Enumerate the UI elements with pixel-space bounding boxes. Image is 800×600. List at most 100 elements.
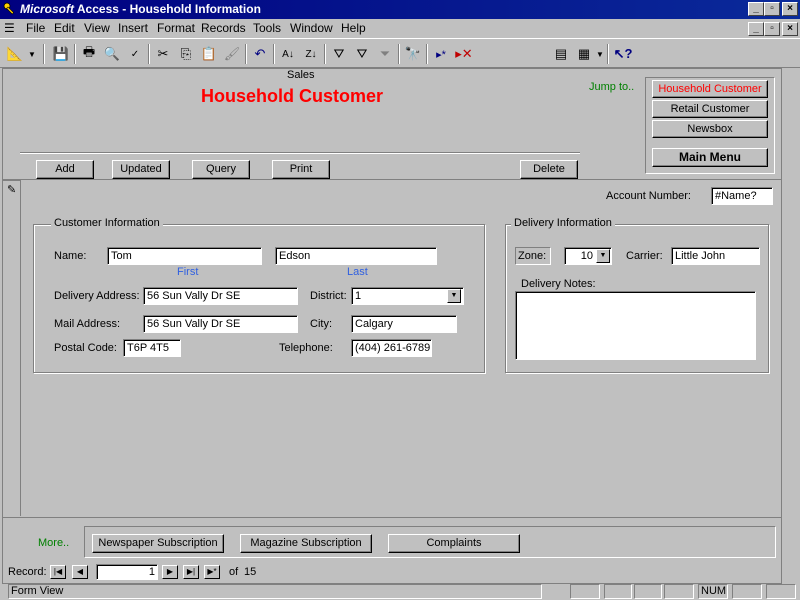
district-dropdown-icon[interactable]: ▼ [447,289,461,303]
design-view-icon[interactable]: 📐 [4,43,26,65]
menu-bar: ☰ File Edit View Insert Format Records T… [0,19,800,38]
copy-icon[interactable]: ⎘ [175,43,197,65]
menu-tools[interactable]: Tools [253,21,281,35]
account-number-field[interactable]: #Name? [711,187,773,205]
delivery-address-label: Delivery Address: [54,290,140,302]
menu-records[interactable]: Records [201,21,246,35]
last-name-field[interactable]: Edson [275,247,437,265]
new-record-nav-icon[interactable]: ▶* [204,565,220,579]
toolbar: 📐 ▼ 💾 🖶 🔍 ✓ ✂ ⎘ 📋 🖌 ↶ A↓ Z↓ ⛛ ⛛ ⏷ 🔭 ▸* ▸… [0,38,800,68]
save-icon[interactable]: 💾 [50,43,72,65]
postal-code-label: Postal Code: [54,342,117,354]
total-records: 15 [244,566,257,578]
minimize-icon[interactable]: _ [748,2,764,16]
sort-descending-icon[interactable]: Z↓ [300,43,322,65]
print-icon[interactable]: 🖶 [78,43,100,65]
mail-address-field[interactable]: 56 Sun Vally Dr SE [143,315,298,333]
spelling-icon[interactable]: ✓ [124,43,146,65]
household-customer-button[interactable]: Household Customer [652,80,768,98]
num-lock-indicator: NUM [698,584,728,599]
new-object-dropdown-icon[interactable]: ▼ [595,43,605,65]
account-number-label: Account Number: [606,190,691,202]
section-divider [3,179,781,180]
telephone-field[interactable]: (404) 261-6789 [351,339,432,357]
apply-filter-icon[interactable]: ⏷ [374,43,396,65]
delete-button[interactable]: Delete [520,160,578,179]
menu-file[interactable]: File [26,21,45,35]
delivery-notes-field[interactable] [515,291,756,360]
close-icon[interactable]: × [782,2,798,16]
complaints-button[interactable]: Complaints [388,534,520,553]
find-icon[interactable]: 🔭 [402,43,424,65]
customer-info-title: Customer Information [51,217,163,229]
newsbox-button[interactable]: Newsbox [652,120,768,138]
district-label: District: [310,290,347,302]
last-record-icon[interactable]: ▶| [183,565,199,579]
undo-icon[interactable]: ↶ [249,43,271,65]
access-key-icon [3,2,15,15]
status-cell-6 [732,584,762,599]
jump-to-label: Jump to.. [589,81,635,93]
delivery-address-field[interactable]: 56 Sun Vally Dr SE [143,287,298,305]
menu-help[interactable]: Help [341,21,366,35]
zone-dropdown-icon[interactable]: ▼ [596,249,610,263]
first-record-icon[interactable]: |◀ [50,565,66,579]
delete-record-icon[interactable]: ▸✕ [453,43,475,65]
city-field[interactable]: Calgary [351,315,457,333]
doc-minimize-icon[interactable]: _ [748,22,764,36]
menu-format[interactable]: Format [157,21,195,35]
retail-customer-button[interactable]: Retail Customer [652,100,768,118]
paste-icon[interactable]: 📋 [198,43,220,65]
filter-by-form-icon[interactable]: ⛛ [351,43,373,65]
updated-button[interactable]: Updated [112,160,170,179]
header-separator [20,152,580,154]
newspaper-subscription-button[interactable]: Newspaper Subscription [92,534,224,553]
help-icon[interactable]: ↖? [612,43,634,65]
status-cell-2 [604,584,632,599]
title-bar: Microsoft Access - Household Information… [0,0,800,19]
add-button[interactable]: Add [36,160,94,179]
sort-ascending-icon[interactable]: A↓ [277,43,299,65]
doc-restore-icon[interactable]: ▫ [764,22,780,36]
menu-insert[interactable]: Insert [118,21,148,35]
last-caption: Last [347,266,368,278]
record-label: Record: [8,566,47,578]
menu-view[interactable]: View [84,21,110,35]
carrier-field[interactable]: Little John [671,247,760,265]
record-selector[interactable] [3,180,21,516]
database-window-icon[interactable]: ▤ [550,43,572,65]
of-label: of [229,566,239,578]
menu-window[interactable]: Window [290,21,333,35]
new-record-icon[interactable]: ▸* [430,43,452,65]
new-object-icon[interactable]: ▦ [573,43,595,65]
next-record-icon[interactable]: ▶ [162,565,178,579]
print-preview-icon[interactable]: 🔍 [101,43,123,65]
city-label: City: [310,318,332,330]
status-text: Form View [8,584,542,599]
query-button[interactable]: Query [192,160,250,179]
menu-edit[interactable]: Edit [54,21,75,35]
view-dropdown-icon[interactable]: ▼ [26,43,38,65]
first-name-field[interactable]: Tom [107,247,262,265]
form-system-icon[interactable]: ☰ [4,21,15,35]
previous-record-icon[interactable]: ◀ [72,565,88,579]
main-menu-button[interactable]: Main Menu [652,148,768,167]
print-button[interactable]: Print [272,160,330,179]
form-title: Household Customer [201,86,384,106]
delivery-info-title: Delivery Information [511,217,615,229]
status-cell-3 [634,584,662,599]
status-cell-1 [570,584,600,599]
delivery-notes-label: Delivery Notes: [521,278,596,290]
status-cell-4 [664,584,694,599]
magazine-subscription-button[interactable]: Magazine Subscription [240,534,372,553]
current-record-field[interactable]: 1 [96,564,158,580]
restore-icon[interactable]: ▫ [764,2,780,16]
pencil-edit-icon: ✎ [7,184,17,196]
section-label: Sales [287,69,315,81]
doc-close-icon[interactable]: × [782,22,798,36]
cut-icon[interactable]: ✂ [152,43,174,65]
filter-by-selection-icon[interactable]: ⛛ [328,43,350,65]
window-title: Microsoft Access - Household Information [20,2,261,16]
postal-code-field[interactable]: T6P 4T5 [123,339,181,357]
format-painter-icon[interactable]: 🖌 [221,43,243,65]
